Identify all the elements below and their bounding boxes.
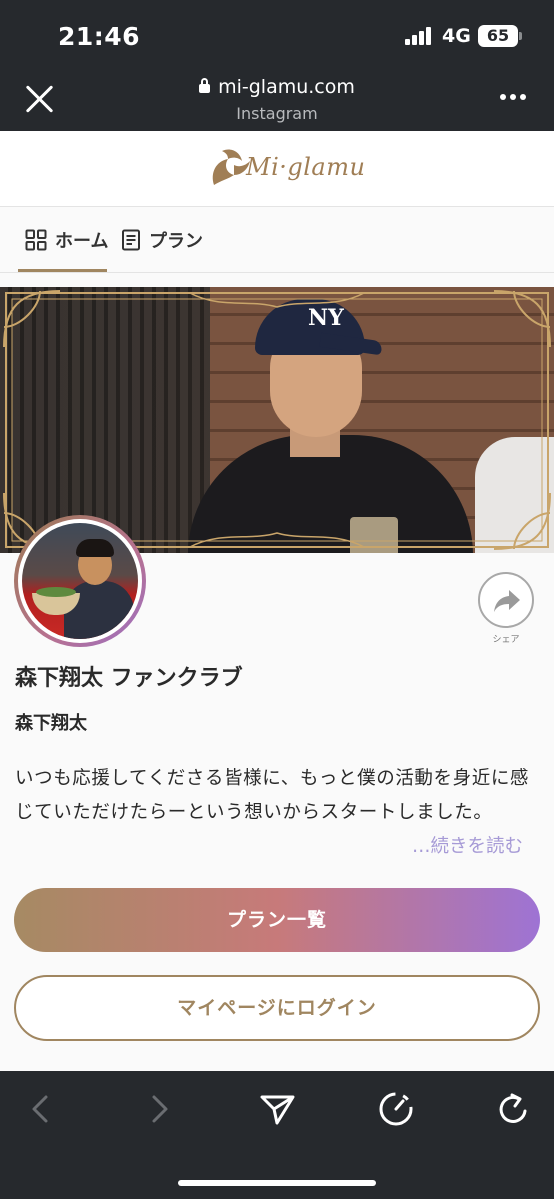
read-more-link[interactable]: …続きを読む xyxy=(412,832,523,858)
more-options-icon[interactable] xyxy=(500,94,528,102)
home-indicator xyxy=(178,1180,376,1186)
owner-name: 森下翔太 xyxy=(15,713,87,734)
avatar-photo xyxy=(22,523,138,639)
avatar xyxy=(14,515,146,647)
share-label: シェア xyxy=(492,635,520,645)
address-bar[interactable]: mi-glamu.com Instagram xyxy=(150,76,404,123)
plan-list-button[interactable]: プラン一覧 xyxy=(14,888,540,952)
site-header: Mi·glamu xyxy=(0,131,554,207)
speedometer-icon[interactable] xyxy=(376,1089,416,1129)
ornamental-frame xyxy=(3,290,551,550)
url-text: mi-glamu.com xyxy=(218,76,355,98)
tab-bar: ホーム プラン xyxy=(0,207,554,273)
source-label: Instagram xyxy=(236,104,318,123)
back-icon[interactable] xyxy=(22,1089,62,1129)
fanclub-name: 森下翔太 ファンクラブ xyxy=(15,666,243,691)
active-tab-indicator xyxy=(18,269,107,272)
network-type: 4G xyxy=(442,25,471,47)
document-icon xyxy=(122,229,140,251)
description: いつも応援してくださる皆様に、もっと僕の活動を身近に感じていただけたらーという想… xyxy=(15,768,530,823)
browser-chrome: 21:46 4G 65 mi-glamu.com Instagram xyxy=(0,0,554,131)
login-button[interactable]: マイページにログイン xyxy=(14,975,540,1041)
reload-icon[interactable] xyxy=(494,1089,534,1129)
signal-icon xyxy=(405,27,433,45)
battery-icon: 65 xyxy=(478,25,522,47)
share-button[interactable] xyxy=(478,572,534,628)
tab-home[interactable]: ホーム xyxy=(25,225,108,255)
forward-icon[interactable] xyxy=(138,1089,178,1129)
grid-icon xyxy=(25,229,47,251)
logo-text: Mi·glamu xyxy=(246,153,366,181)
cover-image: NY xyxy=(0,287,554,553)
tab-plan[interactable]: プラン xyxy=(121,225,203,255)
lock-icon xyxy=(199,78,211,93)
share-icon xyxy=(494,590,520,612)
tab-plan-label: プラン xyxy=(149,231,203,252)
status-time: 21:46 xyxy=(58,22,141,51)
tab-home-label: ホーム xyxy=(55,231,109,252)
battery-level: 65 xyxy=(486,26,510,45)
send-icon[interactable] xyxy=(257,1089,297,1129)
close-icon[interactable] xyxy=(22,80,58,116)
